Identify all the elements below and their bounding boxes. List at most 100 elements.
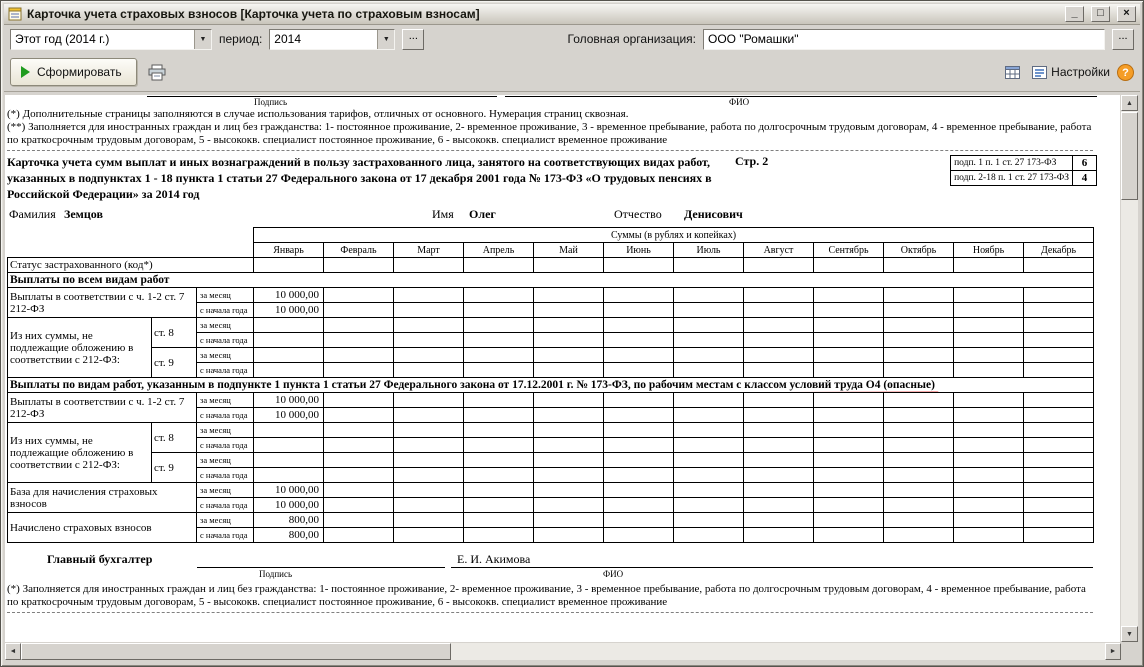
scroll-down-icon[interactable]: ▼	[1121, 626, 1138, 642]
value-cell	[1024, 408, 1094, 423]
generate-button[interactable]: Сформировать	[10, 58, 137, 86]
value-cell	[884, 318, 954, 333]
signature-block: Главный бухгалтер Е. И. Акимова Подпись …	[7, 551, 1118, 583]
value-cell	[814, 393, 884, 408]
settings-button[interactable]: Настройки	[1032, 65, 1110, 79]
art9-label: ст. 9	[152, 453, 197, 483]
horizontal-scroll-thumb[interactable]	[21, 643, 451, 660]
ytd-label: с начала года	[197, 303, 254, 318]
value-cell	[1024, 393, 1094, 408]
value-cell	[324, 393, 394, 408]
value-cell	[1024, 258, 1094, 273]
payments-table: Суммы (в рублях и копейках) ЯнварьФеврал…	[7, 227, 1094, 543]
per-month-label: за месяц	[197, 483, 254, 498]
table-row: Из них суммы, не подлежащие обложению в …	[8, 318, 1094, 333]
value-cell	[884, 303, 954, 318]
middlename-label: Отчество	[614, 207, 662, 222]
scroll-track[interactable]	[451, 643, 1105, 660]
value-cell	[674, 333, 744, 348]
value-cell	[534, 303, 604, 318]
corner-spacer	[8, 243, 254, 258]
org-input[interactable]	[703, 29, 1105, 50]
value-cell	[744, 348, 814, 363]
value-cell	[744, 363, 814, 378]
value-cell	[394, 363, 464, 378]
value-cell: 10 000,00	[254, 288, 324, 303]
value-cell	[394, 528, 464, 543]
sign-caption: Подпись	[259, 569, 292, 579]
value-cell	[604, 453, 674, 468]
scroll-right-icon[interactable]: ►	[1105, 643, 1121, 660]
month-header: Ноябрь	[954, 243, 1024, 258]
value-cell	[744, 468, 814, 483]
chevron-down-icon[interactable]: ▼	[377, 30, 394, 49]
value-cell	[814, 318, 884, 333]
value-cell	[464, 258, 534, 273]
value-cell	[884, 408, 954, 423]
print-button[interactable]	[144, 59, 170, 85]
vertical-scroll-thumb[interactable]	[1121, 112, 1138, 200]
value-cell: 800,00	[254, 513, 324, 528]
table-row: Выплаты в соответствии с ч. 1-2 ст. 7 21…	[8, 288, 1094, 303]
generate-label: Сформировать	[37, 65, 122, 79]
value-cell	[324, 468, 394, 483]
title-bar[interactable]: Карточка учета страховых взносов [Карточ…	[4, 4, 1140, 25]
maximize-button[interactable]: □	[1091, 6, 1110, 22]
value-cell	[674, 348, 744, 363]
month-header: Февраль	[324, 243, 394, 258]
value-cell	[744, 288, 814, 303]
value-cell	[1024, 528, 1094, 543]
table-row: Из них суммы, не подлежащие обложению в …	[8, 423, 1094, 438]
vertical-scrollbar[interactable]: ▲ ▼	[1121, 95, 1138, 642]
horizontal-scrollbar[interactable]: ◄ ►	[5, 643, 1121, 660]
previous-page-signature-captions: Подпись ФИО	[7, 96, 1118, 108]
value-cell	[324, 333, 394, 348]
subparagraph-table: подп. 1 п. 1 ст. 27 173-ФЗ 6 подп. 2-18 …	[950, 155, 1097, 186]
value-cell	[744, 303, 814, 318]
close-button[interactable]: ×	[1117, 6, 1136, 22]
period-year-combo[interactable]: 2014 ▼	[269, 29, 395, 50]
value-cell	[884, 528, 954, 543]
value-cell	[604, 438, 674, 453]
report-document[interactable]: Подпись ФИО (*) Дополнительные страницы …	[5, 95, 1120, 642]
value-cell	[954, 333, 1024, 348]
month-header: Декабрь	[1024, 243, 1094, 258]
value-cell	[464, 393, 534, 408]
value-cell	[324, 303, 394, 318]
value-cell	[884, 453, 954, 468]
value-cell	[674, 303, 744, 318]
value-cell	[604, 408, 674, 423]
period-preset-combo[interactable]: Этот год (2014 г.) ▼	[10, 29, 212, 50]
scroll-up-icon[interactable]: ▲	[1121, 95, 1138, 111]
value-cell	[744, 513, 814, 528]
value-cell	[534, 408, 604, 423]
value-cell	[954, 348, 1024, 363]
table-row: Суммы (в рублях и копейках)	[8, 228, 1094, 243]
value-cell	[254, 453, 324, 468]
ytd-label: с начала года	[197, 468, 254, 483]
help-button[interactable]: ?	[1117, 64, 1134, 81]
settings-label: Настройки	[1051, 65, 1110, 79]
value-cell	[674, 288, 744, 303]
value-cell	[954, 453, 1024, 468]
firstname-value: Олег	[469, 207, 496, 222]
value-cell	[674, 513, 744, 528]
table-row: Выплаты в соответствии с ч. 1-2 ст. 7 21…	[8, 393, 1094, 408]
value-cell	[394, 288, 464, 303]
value-cell	[1024, 438, 1094, 453]
value-cell	[1024, 513, 1094, 528]
value-cell	[254, 318, 324, 333]
org-more-button[interactable]: ...	[1112, 29, 1134, 50]
value-cell	[814, 408, 884, 423]
value-cell	[884, 423, 954, 438]
minimize-button[interactable]: _	[1065, 6, 1084, 22]
payments-label: Выплаты в соответствии с ч. 1-2 ст. 7 21…	[8, 288, 197, 318]
per-month-label: за месяц	[197, 348, 254, 363]
period-more-button[interactable]: ...	[402, 29, 424, 50]
value-cell	[884, 258, 954, 273]
accrued-label: Начислено страховых взносов	[8, 513, 197, 543]
scroll-left-icon[interactable]: ◄	[5, 643, 21, 660]
chevron-down-icon[interactable]: ▼	[194, 30, 211, 49]
table-view-button[interactable]	[999, 59, 1025, 85]
value-cell	[464, 453, 534, 468]
